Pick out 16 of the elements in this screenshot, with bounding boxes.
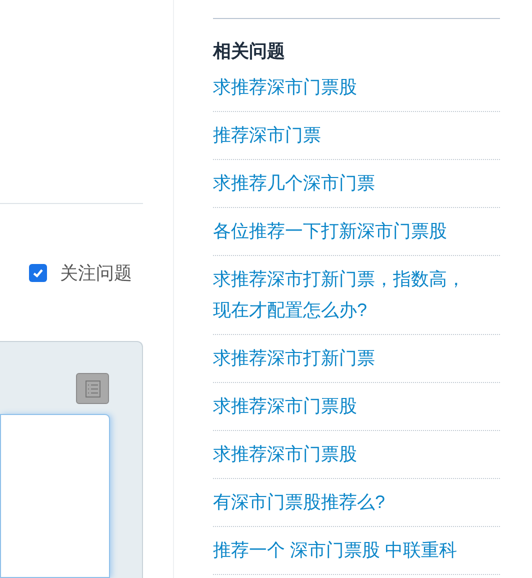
section-title: 相关问题 bbox=[213, 40, 286, 63]
related-question-link[interactable]: 求推荐深市打新门票，指数高，现在才配置怎么办? bbox=[213, 264, 475, 326]
check-icon bbox=[32, 266, 44, 278]
related-question-link[interactable]: 推荐深市门票 bbox=[213, 120, 475, 151]
text-area[interactable] bbox=[0, 414, 110, 578]
follow-label: 关注问题 bbox=[60, 262, 132, 284]
related-question-link[interactable]: 求推荐深市门票股 bbox=[213, 72, 475, 103]
related-question-link[interactable]: 求推荐深市门票股 bbox=[213, 391, 475, 422]
related-question-link[interactable]: 求推荐深市打新门票 bbox=[213, 343, 475, 374]
related-question-link[interactable]: 求推荐几个深市门票 bbox=[213, 168, 475, 199]
related-question-link[interactable]: 求推荐深市门票股 bbox=[213, 439, 475, 470]
related-question-link[interactable]: 推荐一个 深市门票股 中联重科 bbox=[213, 535, 475, 566]
follow-checkbox[interactable] bbox=[29, 264, 47, 282]
related-question-link[interactable]: 各位推荐一下打新深市门票股 bbox=[213, 216, 475, 247]
list-icon[interactable] bbox=[76, 373, 109, 404]
related-question-link[interactable]: 有深市门票股推荐么? bbox=[213, 487, 475, 518]
